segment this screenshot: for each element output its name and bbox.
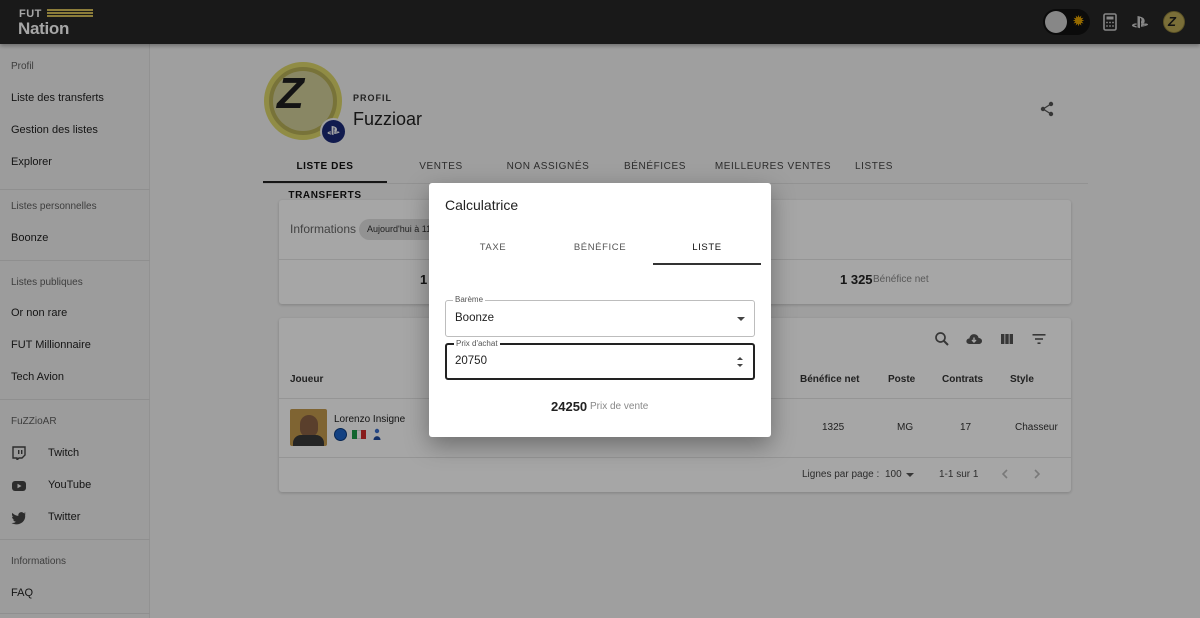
calculator-dialog: Calculatrice TAXE BÉNÉFICE LISTE Barème … (429, 183, 771, 437)
prix-achat-field[interactable]: Prix d'achat (445, 339, 755, 380)
dropdown-arrow-icon (737, 317, 745, 321)
dialog-tab-taxe[interactable]: TAXE (439, 236, 547, 265)
bareme-value: Boonze (455, 312, 495, 324)
prix-achat-input[interactable] (455, 355, 725, 367)
dialog-tab-benefice[interactable]: BÉNÉFICE (546, 236, 654, 265)
bareme-select[interactable]: Barème Boonze (445, 295, 755, 337)
bareme-label: Barème (453, 295, 486, 304)
number-spinner-icon[interactable] (736, 355, 744, 369)
prix-vente-value: 24250 (551, 399, 588, 414)
prix-vente-label: Prix de vente (590, 401, 649, 412)
dialog-title: Calculatrice (445, 197, 519, 213)
prix-achat-label: Prix d'achat (454, 339, 500, 348)
dialog-tab-liste[interactable]: LISTE (653, 236, 761, 265)
